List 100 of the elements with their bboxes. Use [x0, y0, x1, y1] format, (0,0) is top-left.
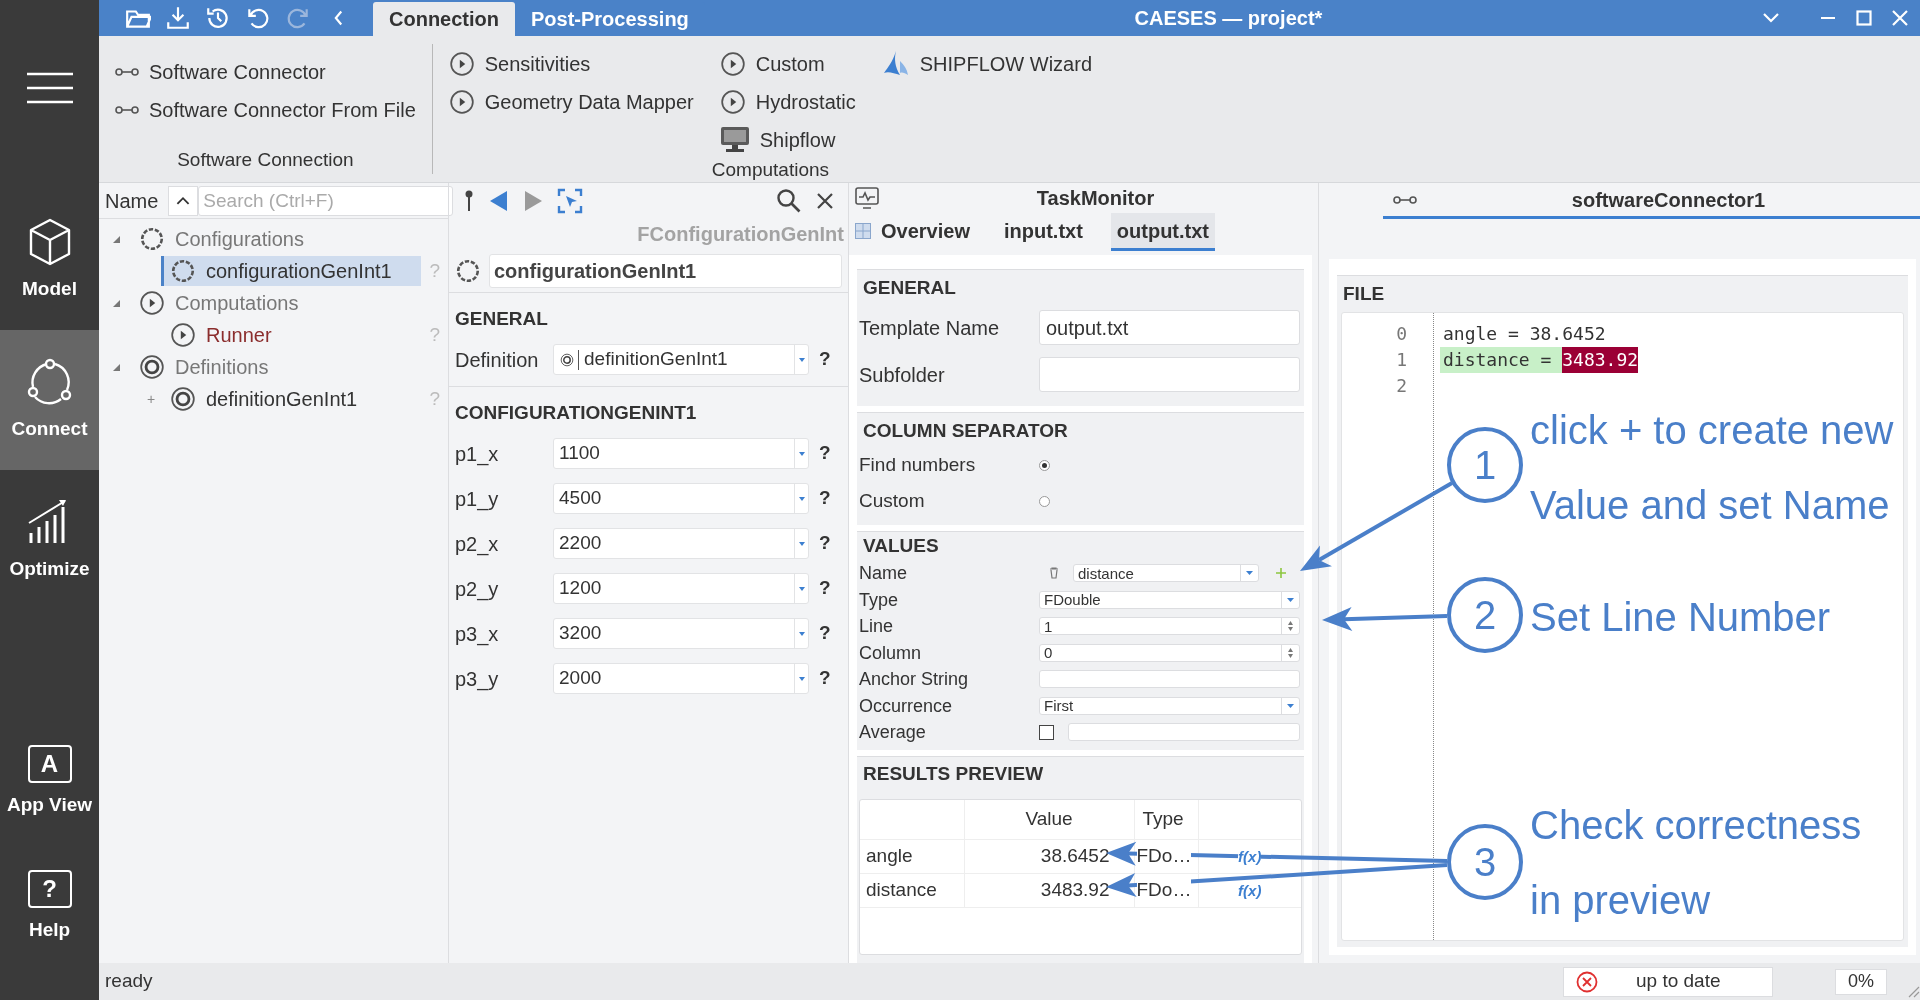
- help-mark[interactable]: ?: [819, 529, 831, 558]
- value-field[interactable]: 2200: [553, 528, 809, 559]
- menu-icon[interactable]: [25, 72, 74, 104]
- field-label: p2_x: [455, 531, 500, 558]
- dropdown-icon[interactable]: [798, 631, 805, 636]
- help-mark[interactable]: ?: [819, 484, 831, 513]
- annotation-text: Value and set Name: [1530, 482, 1890, 529]
- radio-button[interactable]: [1039, 459, 1050, 471]
- right-triangle-icon[interactable]: [523, 190, 543, 212]
- field-label: Name: [859, 564, 908, 583]
- text-field[interactable]: [1039, 357, 1300, 392]
- chevron-down-icon[interactable]: [1762, 12, 1780, 24]
- help-mark[interactable]: ?: [819, 439, 831, 468]
- text-field[interactable]: [1039, 670, 1300, 689]
- value-field[interactable]: 4500: [553, 483, 809, 514]
- value-field[interactable]: 2000: [553, 663, 809, 694]
- close-icon[interactable]: [816, 192, 834, 210]
- field-label: Anchor String: [859, 670, 970, 689]
- checkbox[interactable]: [1039, 724, 1054, 740]
- tree-item[interactable]: Computations: [139, 288, 299, 318]
- expand-arrow-icon[interactable]: [111, 234, 121, 244]
- help-mark[interactable]: ?: [819, 574, 831, 603]
- search-field[interactable]: Search (Ctrl+F): [198, 185, 454, 216]
- value-field[interactable]: 3200: [553, 618, 809, 649]
- dropdown-icon[interactable]: [798, 357, 805, 362]
- dropdown-icon[interactable]: [1287, 597, 1294, 602]
- table-cell: angle: [860, 839, 964, 874]
- ribbon-button[interactable]: Shipflow: [717, 124, 858, 156]
- line-number: 0: [1396, 322, 1407, 346]
- name-field[interactable]: configurationGenInt1: [489, 253, 842, 288]
- dropdown-icon[interactable]: [798, 586, 805, 591]
- name-combo[interactable]: distance: [1073, 564, 1259, 583]
- status-message: ready: [105, 969, 153, 994]
- annotation-text: in preview: [1530, 877, 1711, 924]
- tab[interactable]: Overview: [849, 213, 976, 251]
- option-label: Find numbers: [859, 452, 977, 477]
- download-icon[interactable]: [165, 5, 191, 31]
- tree-item[interactable]: Configurations: [139, 224, 304, 254]
- dropdown-icon[interactable]: [1246, 571, 1253, 576]
- caret-up-icon[interactable]: [168, 185, 199, 216]
- monitor-icon: [719, 126, 750, 154]
- ribbon-button[interactable]: Custom: [717, 48, 858, 80]
- target-icon: [139, 354, 165, 380]
- dropdown-icon[interactable]: [798, 451, 805, 456]
- value-field[interactable]: 1200: [553, 573, 809, 604]
- trash-icon[interactable]: [1049, 567, 1059, 580]
- tree-item[interactable]: configurationGenInt1: [161, 256, 421, 286]
- progress-indicator: 0%: [1835, 968, 1887, 995]
- help-mark[interactable]: ?: [819, 664, 831, 693]
- expand-arrow-icon[interactable]: [111, 362, 121, 372]
- formula-link[interactable]: f(x): [1238, 882, 1262, 900]
- search-icon[interactable]: [776, 188, 802, 214]
- tab[interactable]: input.txt: [997, 213, 1089, 251]
- help-mark[interactable]: ?: [819, 345, 831, 374]
- dropdown-icon[interactable]: [798, 541, 805, 546]
- sidebar-item[interactable]: Connect: [0, 330, 99, 470]
- monitor-pulse-icon[interactable]: [855, 187, 879, 209]
- ribbon-button[interactable]: Software Connector: [113, 56, 418, 88]
- ribbon-button[interactable]: Sensitivities: [446, 48, 696, 80]
- spin-arrows-icon[interactable]: [1288, 647, 1293, 658]
- dropdown-icon[interactable]: [798, 496, 805, 501]
- definition-combo[interactable]: definitionGenInt1: [553, 344, 809, 375]
- window-title: CAESES — project*: [1134, 6, 1323, 31]
- value-field[interactable]: 1100: [553, 438, 809, 469]
- dropdown[interactable]: First: [1039, 696, 1300, 715]
- ribbon-button[interactable]: Software Connector From File: [113, 94, 418, 126]
- tab[interactable]: output.txt: [1110, 213, 1215, 251]
- pin-icon[interactable]: [463, 189, 475, 213]
- ribbon-button[interactable]: Hydrostatic: [717, 86, 858, 118]
- text-field[interactable]: output.txt: [1039, 310, 1300, 345]
- tree-item[interactable]: definitionGenInt1: [161, 384, 421, 414]
- history-icon[interactable]: [205, 5, 231, 31]
- spin-box[interactable]: 1: [1039, 617, 1300, 636]
- field-label: Average: [859, 723, 927, 742]
- radio-button[interactable]: [1039, 495, 1050, 507]
- expression-field[interactable]: [1068, 723, 1300, 742]
- expand-arrow-icon[interactable]: [111, 298, 121, 308]
- spin-arrows-icon[interactable]: [1288, 621, 1293, 632]
- spin-box[interactable]: 0: [1039, 643, 1300, 662]
- group-label: Computations: [711, 159, 829, 180]
- maximize-icon[interactable]: [1856, 10, 1872, 26]
- tree-item[interactable]: Runner: [161, 320, 421, 350]
- ribbon-button[interactable]: SHIPFLOW Wizard: [879, 48, 1095, 80]
- section-title: GENERAL: [455, 306, 548, 331]
- dropdown[interactable]: FDouble: [1039, 590, 1300, 609]
- tree-item[interactable]: Definitions: [139, 352, 269, 382]
- ribbon-button[interactable]: Geometry Data Mapper: [446, 86, 696, 118]
- field-label: Definition: [455, 347, 540, 373]
- connector-icon: [1393, 194, 1417, 205]
- select-icon[interactable]: [557, 188, 583, 214]
- dropdown-icon[interactable]: [798, 676, 805, 681]
- field-label: p1_x: [455, 441, 500, 468]
- formula-link[interactable]: f(x): [1238, 848, 1262, 866]
- left-triangle-icon[interactable]: [489, 190, 509, 212]
- annotation-text: Set Line Number: [1530, 594, 1831, 641]
- field-label: Type: [859, 590, 900, 609]
- help-mark[interactable]: ?: [819, 619, 831, 648]
- object-type: FConfigurationGenInt: [637, 222, 844, 247]
- ribbon-tab[interactable]: Connection: [373, 2, 515, 36]
- dropdown-icon[interactable]: [1287, 703, 1294, 708]
